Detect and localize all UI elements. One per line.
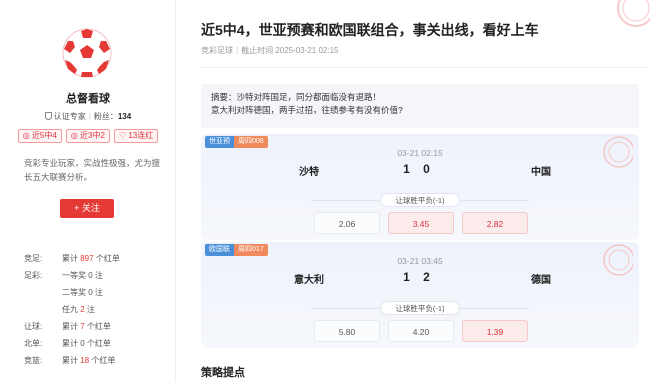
author-description: 竞彩专业玩家，实战性极强，尤为擅长五大联赛分析。 (24, 158, 161, 182)
stat-row: 让球: 累计 7 个红单 (24, 322, 111, 331)
article-main: 近5中4，世亚预赛和欧国联组合，事关出线，看好上车 竞彩足球 | 截止时间 2025… (176, 0, 650, 382)
league-badge: 世亚预 (205, 136, 234, 148)
red-stamp-icon (617, 0, 650, 27)
odds-win[interactable]: 5.80 (314, 320, 380, 342)
record-tag: ◎ 近5中4 (17, 129, 62, 143)
stat-row: 竞足: 累计 897 个红单 (24, 254, 120, 263)
odds-row: 5.80 4.20 1.39 (314, 320, 528, 342)
author-meta: 认证专家 | 粉丝：134 (0, 111, 176, 122)
author-sidebar: 总督看球 认证专家 | 粉丝：134 ◎ 近5中4 ◎ 近3中2 ♡ 13连红 竞彩… (0, 0, 176, 382)
handicap-label: 让球胜平负(-1) (380, 193, 460, 207)
section-title: 策略提点 (201, 367, 245, 379)
article-source[interactable]: 竞彩足球 (201, 46, 233, 55)
follow-button[interactable]: + 关注 (60, 199, 114, 218)
article-deadline: 截止时间 2025-03-21 02:15 (241, 46, 339, 55)
match-time: 03-21 02:15 (397, 148, 443, 158)
author-avatar[interactable] (62, 28, 112, 78)
fans-count: 134 (117, 112, 132, 121)
record-tag: ◎ 近3中2 (65, 129, 110, 143)
odds-lose[interactable]: 1.39 (462, 320, 528, 342)
stat-row: 北单: 累计 0 个红单 (24, 339, 111, 348)
summary-line: 摘要：沙特对阵国足，同分都面临没有退路！ (211, 92, 382, 102)
fans-label: 粉丝： (93, 112, 118, 121)
author-record-tags: ◎ 近5中4 ◎ 近3中2 ♡ 13连红 (0, 129, 176, 143)
home-team: 意大利 (294, 275, 324, 286)
odds-win[interactable]: 2.06 (314, 212, 380, 234)
author-stats: 竞足: 累计 897 个红单 足彩: 一等奖 0 注 二等奖 0 注 任九 2 注 … (24, 250, 164, 369)
article-summary: 摘要：沙特对阵国足，同分都面临没有退路！ 意大利对阵德国，两手过招，往绩参考有没… (201, 84, 639, 128)
match-card[interactable]: 世亚预 周四008 03-21 02:15 沙特 1 0 中国 让球胜平负(-1… (201, 134, 639, 240)
record-tag: ♡ 13连红 (113, 129, 159, 143)
odds-lose[interactable]: 2.82 (462, 212, 528, 234)
summary-line: 意大利对阵德国，两手过招，往绩参考有没有价值? (211, 105, 403, 115)
odds-draw[interactable]: 3.45 (388, 212, 454, 234)
divider (201, 67, 650, 68)
article-title: 近5中4，世亚预赛和欧国联组合，事关出线，看好上车 (201, 22, 539, 38)
league-badge: 欧国联 (205, 244, 234, 256)
author-name[interactable]: 总督看球 (0, 90, 176, 106)
stat-row: 足彩: 一等奖 0 注 (24, 271, 103, 280)
match-card[interactable]: 欧国联 周四017 03-21 03:45 意大利 1 2 德国 让球胜平负(-… (201, 242, 639, 348)
away-team: 德国 (531, 275, 551, 286)
verified-icon (44, 112, 52, 120)
away-team: 中国 (531, 167, 551, 178)
stat-row: 竞篮: 累计 18 个红单 (24, 356, 116, 365)
stat-row: 任九 2 注 (62, 305, 95, 314)
match-score: 1 0 (403, 162, 435, 176)
article-meta: 竞彩足球 | 截止时间 2025-03-21 02:15 (201, 46, 339, 55)
handicap-label: 让球胜平负(-1) (380, 301, 460, 315)
match-code-badge: 周四008 (234, 136, 268, 148)
odds-draw[interactable]: 4.20 (388, 320, 454, 342)
match-code-badge: 周四017 (234, 244, 268, 256)
home-team: 沙特 (299, 167, 319, 178)
verified-label: 认证专家 (53, 112, 86, 121)
match-badges: 欧国联 周四017 (205, 244, 268, 256)
odds-row: 2.06 3.45 2.82 (314, 212, 528, 234)
match-badges: 世亚预 周四008 (205, 136, 268, 148)
stat-row: 二等奖 0 注 (62, 288, 103, 297)
match-time: 03-21 03:45 (397, 256, 443, 266)
match-score: 1 2 (403, 270, 435, 284)
